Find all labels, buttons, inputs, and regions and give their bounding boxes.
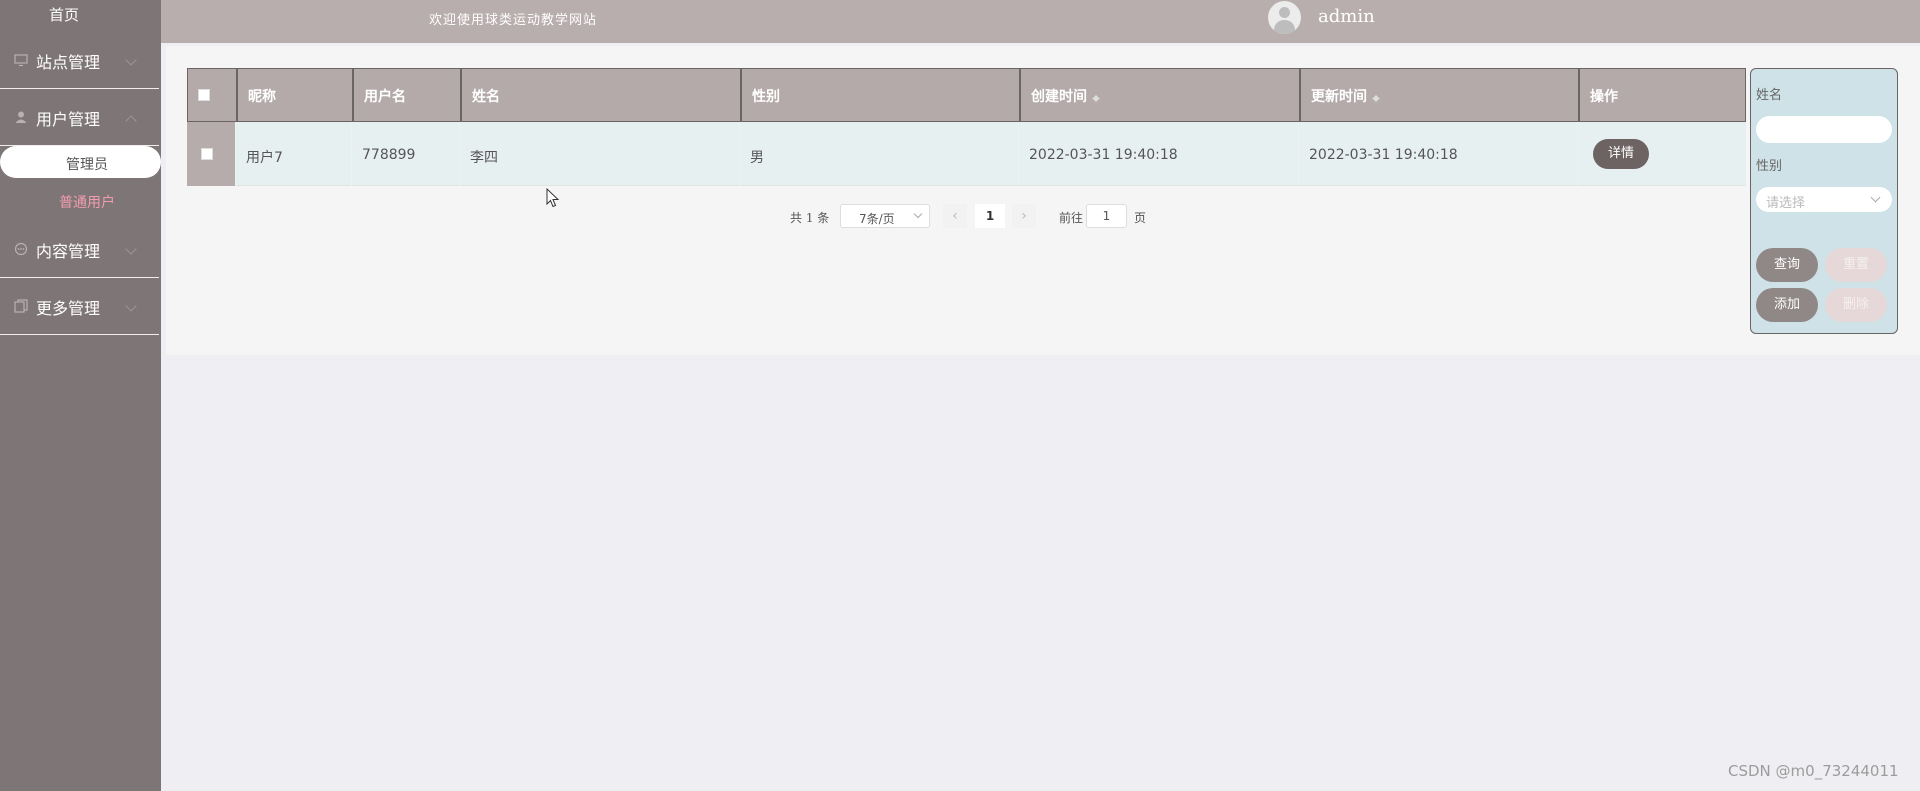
column-header-username: 用户名 — [352, 69, 460, 121]
column-header-name: 姓名 — [460, 69, 740, 121]
sidebar-group-content[interactable]: 内容管理 — [0, 221, 159, 278]
select-all-cell — [188, 69, 236, 121]
reset-button[interactable]: 重置 — [1825, 248, 1887, 282]
query-button[interactable]: 查询 — [1756, 248, 1818, 282]
cell-name: 李四 — [459, 122, 739, 186]
column-header-actions: 操作 — [1578, 69, 1745, 121]
chevron-down-icon — [125, 54, 137, 66]
column-header-label: 更新时间 — [1311, 89, 1367, 105]
sidebar-group-more[interactable]: 更多管理 — [0, 278, 159, 335]
avatar-body-icon — [1274, 20, 1295, 34]
page-size-value: 7条/页 — [859, 212, 895, 226]
chevron-down-icon — [125, 243, 137, 255]
prev-page-button[interactable]: ‹ — [943, 204, 967, 228]
cell-created: 2022-03-31 19:40:18 — [1018, 122, 1298, 186]
watermark: CSDN @m0_73244011 — [1728, 762, 1899, 780]
welcome-title: 欢迎使用球类运动教学网站 — [429, 13, 598, 28]
select-all-checkbox[interactable] — [198, 89, 210, 101]
row-checkbox[interactable] — [201, 148, 213, 160]
column-header-gender: 性别 — [740, 69, 1019, 121]
sidebar-group-label: 用户管理 — [36, 110, 101, 129]
table-header: 昵称 用户名 姓名 性别 创建时间 更新时间 操作 — [187, 68, 1746, 122]
sidebar-group-site[interactable]: 站点管理 — [0, 32, 159, 89]
chevron-down-icon — [1870, 192, 1881, 203]
sidebar-item-normal-user[interactable]: 普通用户 — [0, 192, 174, 212]
goto-label: 前往 — [1059, 211, 1084, 225]
avatar-head-icon — [1279, 7, 1290, 18]
gender-filter-label: 性别 — [1756, 159, 1783, 174]
cell-updated: 2022-03-31 19:40:18 — [1298, 122, 1577, 186]
chevron-down-icon — [125, 300, 137, 312]
delete-button[interactable]: 删除 — [1825, 288, 1887, 322]
next-page-button[interactable]: › — [1012, 204, 1036, 228]
cell-nickname: 用户7 — [235, 122, 351, 186]
monitor-icon — [14, 54, 28, 67]
chat-icon — [14, 242, 28, 256]
cell-username: 778899 — [351, 122, 459, 186]
page-size-select[interactable]: 7条/页 — [840, 204, 930, 228]
cell-gender: 男 — [739, 122, 1018, 186]
gender-filter-placeholder: 请选择 — [1766, 196, 1806, 211]
sidebar-group-label: 更多管理 — [36, 299, 101, 318]
column-header-nickname: 昵称 — [236, 69, 352, 121]
name-filter-label: 姓名 — [1756, 88, 1783, 103]
user-icon — [15, 111, 27, 123]
sidebar-group-label: 站点管理 — [36, 53, 101, 72]
detail-button[interactable]: 详情 — [1593, 139, 1649, 169]
nav-home[interactable]: 首页 — [0, 4, 128, 25]
gender-filter-select[interactable]: 请选择 — [1756, 187, 1892, 212]
sidebar-item-admin[interactable]: 管理员 — [0, 146, 161, 178]
column-header-label: 创建时间 — [1031, 89, 1087, 105]
user-table: 昵称 用户名 姓名 性别 创建时间 更新时间 操作 用户7 778899 李四 … — [187, 68, 1746, 186]
mouse-cursor-icon — [546, 188, 560, 208]
sidebar-group-label: 内容管理 — [36, 242, 101, 261]
sidebar-item-label: 管理员 — [66, 157, 108, 173]
sort-icon[interactable] — [1092, 91, 1100, 103]
row-select-cell — [187, 122, 235, 186]
top-header: 欢迎使用球类运动教学网站 admin — [161, 0, 1920, 43]
chevron-down-icon — [913, 209, 923, 219]
sidebar: 首页 站点管理 用户管理 管理员 普通用户 内容管理 更多管理 — [0, 0, 161, 791]
table-row: 用户7 778899 李四 男 2022-03-31 19:40:18 2022… — [187, 122, 1746, 186]
column-header-created[interactable]: 创建时间 — [1019, 69, 1299, 121]
username[interactable]: admin — [1318, 6, 1375, 27]
sort-icon[interactable] — [1372, 91, 1380, 103]
page-suffix: 页 — [1134, 211, 1147, 225]
avatar[interactable] — [1268, 1, 1301, 34]
goto-page-input[interactable]: 1 — [1086, 204, 1127, 228]
chevron-up-icon — [125, 115, 137, 127]
pagination-total: 共 1 条 — [790, 211, 830, 225]
add-button[interactable]: 添加 — [1756, 288, 1818, 322]
current-page[interactable]: 1 — [975, 204, 1005, 228]
copy-icon — [14, 299, 28, 313]
sidebar-group-users[interactable]: 用户管理 — [0, 89, 159, 146]
column-header-updated[interactable]: 更新时间 — [1299, 69, 1578, 121]
search-panel: 姓名 性别 请选择 查询 重置 添加 删除 — [1750, 68, 1898, 334]
name-filter-input[interactable] — [1756, 116, 1892, 143]
